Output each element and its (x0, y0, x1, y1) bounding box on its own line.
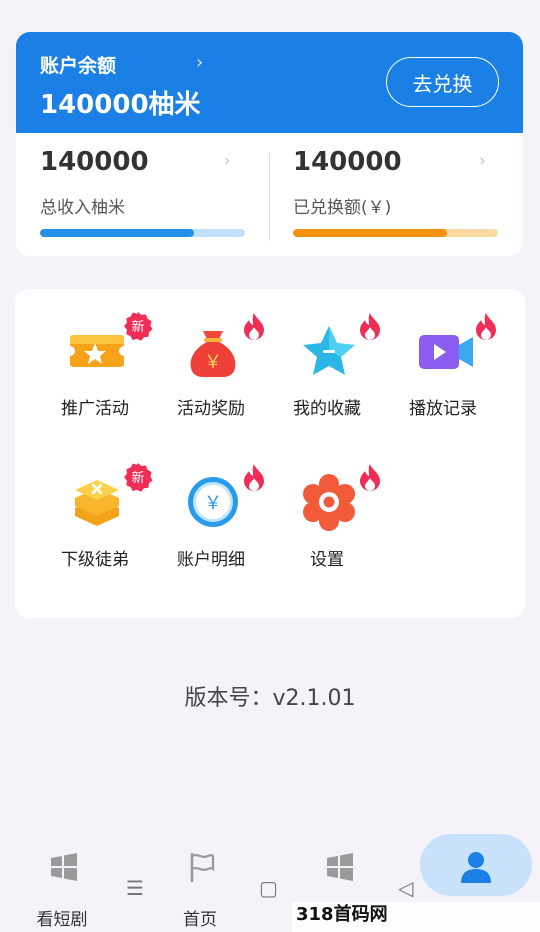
flag-icon (190, 852, 215, 883)
menu-label: 我的收藏 (293, 399, 361, 419)
version-text: 版本号：v2.1.01 (184, 686, 356, 711)
chevron-right-icon: › (224, 151, 231, 171)
menu-item-promotion[interactable]: 新 推广活动 (37, 289, 153, 419)
yuan-symbol: ￥ (204, 352, 222, 373)
nav-item-home[interactable]: 首页 (140, 826, 260, 932)
yuan-symbol: ￥ (204, 493, 222, 514)
total-income-value: 140000 (40, 147, 149, 177)
exchange-button[interactable]: 去兑换 (386, 57, 499, 107)
fire-icon (244, 464, 264, 491)
stats-row: 140000 › 总收入柚米 140000 › 已兑换额(￥) (16, 133, 523, 256)
menu-key-icon[interactable]: ☰ (126, 876, 144, 900)
menu-item-rewards[interactable]: ￥ 活动奖励 (153, 289, 269, 419)
stack-layers-icon (75, 480, 119, 526)
exchanged-value: 140000 (293, 147, 402, 177)
chevron-right-icon: › (196, 52, 204, 73)
gear-flower-icon (303, 474, 355, 531)
menu-item-favorites[interactable]: 我的收藏 (269, 289, 385, 419)
fire-icon (244, 313, 264, 340)
menu-label: 账户明细 (177, 550, 245, 570)
exchanged-label: 已兑换额(￥) (293, 198, 392, 218)
video-camera-icon (419, 335, 473, 369)
balance-card: 账户余额 › 140000柚米 去兑换 140000 › 总收入柚米 14000… (16, 32, 523, 256)
total-income-stat[interactable]: 140000 › 总收入柚米 (16, 133, 269, 256)
menu-label: 推广活动 (61, 399, 129, 419)
star-icon (303, 326, 355, 375)
new-badge-icon: 新 (124, 312, 153, 341)
total-income-progress (40, 229, 245, 237)
exchanged-progress (293, 229, 498, 237)
menu-item-settings[interactable]: 设置 (269, 440, 385, 570)
menu-item-account-details[interactable]: ￥ 账户明细 (153, 440, 269, 570)
menu-label: 活动奖励 (177, 399, 245, 419)
new-badge-icon: 新 (124, 463, 153, 492)
menu-card: 新 推广活动 ￥ 活动奖励 我的收藏 播放记录 新 下级徒弟 ￥ 账户明细 设置 (15, 289, 525, 618)
fire-icon (360, 313, 380, 340)
coin-icon: ￥ (188, 477, 238, 527)
home-key-icon[interactable]: ▢ (259, 876, 278, 900)
menu-label: 播放记录 (409, 399, 477, 419)
back-key-icon[interactable]: ◁ (398, 876, 413, 900)
fire-icon (360, 464, 380, 491)
user-icon (461, 852, 491, 883)
exchanged-stat[interactable]: 140000 › 已兑换额(￥) (269, 133, 522, 256)
nav-label: 看短剧 (36, 910, 88, 930)
fire-icon (476, 313, 496, 340)
nav-item-short-drama[interactable]: 看短剧 (2, 826, 122, 932)
ticket-star-icon (70, 335, 124, 367)
new-badge-text: 新 (131, 470, 144, 486)
watermark: 318首码网 www.e318.com (292, 902, 540, 932)
chevron-right-icon: › (479, 151, 486, 171)
balance-header[interactable]: 账户余额 › 140000柚米 去兑换 (16, 32, 523, 133)
windows-icon (327, 853, 353, 881)
menu-item-history[interactable]: 播放记录 (385, 289, 501, 419)
page: 账户余额 › 140000柚米 去兑换 140000 › 总收入柚米 14000… (0, 0, 540, 932)
balance-amount: 140000柚米 (40, 90, 201, 120)
menu-label: 设置 (310, 550, 344, 570)
balance-title: 账户余额 (40, 55, 117, 77)
money-bag-icon: ￥ (190, 331, 236, 377)
total-income-label: 总收入柚米 (40, 198, 125, 218)
menu-label: 下级徒弟 (61, 550, 129, 570)
windows-icon (51, 853, 77, 881)
menu-item-subordinates[interactable]: 新 下级徒弟 (37, 440, 153, 570)
new-badge-text: 新 (131, 319, 144, 335)
nav-label: 首页 (183, 910, 217, 930)
